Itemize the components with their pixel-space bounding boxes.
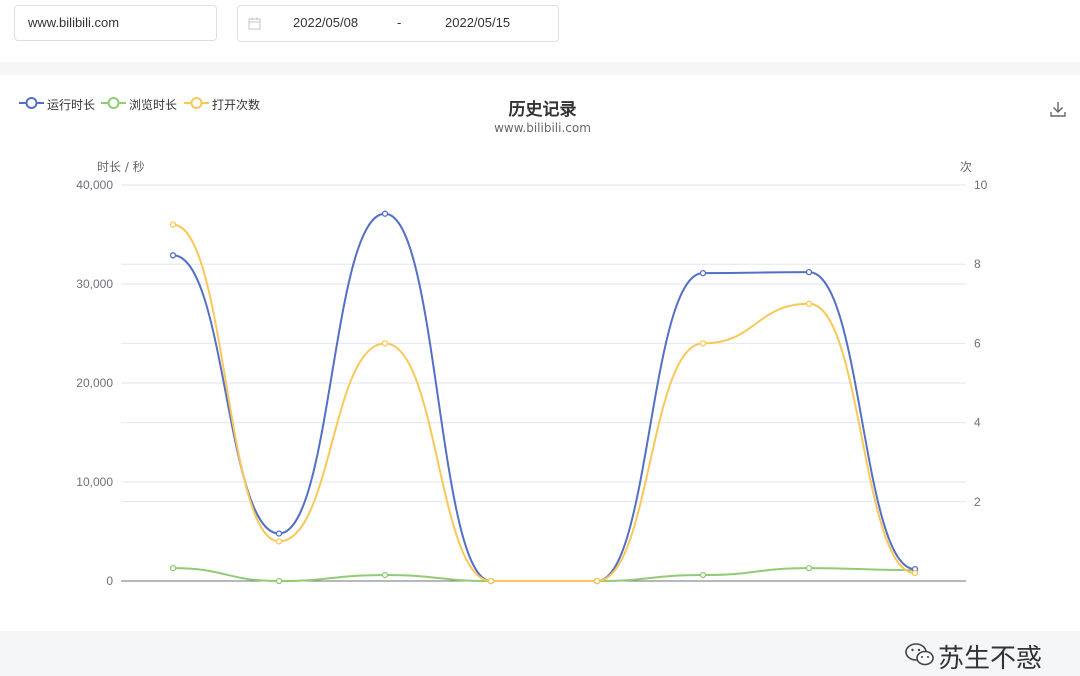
data-point [487,577,495,585]
y-axis-right-title: 次 [960,160,973,174]
chart-title: 历史记录 [508,100,577,120]
data-point [381,571,389,579]
y-left-tick-label: 30,000 [76,277,113,291]
data-point [381,340,389,347]
history-line-chart: 40,000 30,000 20,000 10,000 0 10 8 6 4 2 [76,178,988,588]
data-point [169,221,177,228]
watermark-text: 苏生不惑 [938,644,1043,674]
data-point [169,252,177,259]
data-point [381,210,389,217]
data-point [699,340,707,347]
y-right-tick-label: 2 [974,495,981,509]
y-axis-left-title: 时长 / 秒 [97,160,145,174]
data-point [805,564,813,572]
series-line [172,212,916,582]
y-right-tick-label: 10 [974,178,988,192]
y-right-tick-label: 4 [974,416,981,430]
series-line [172,223,916,582]
data-point [593,577,601,585]
data-point [275,538,283,545]
data-point [275,577,283,585]
wechat-icon [905,643,934,666]
data-point [275,530,283,537]
start-date[interactable]: 2022/05/08 [293,15,358,30]
chart-subtitle: www.bilibili.com [494,121,591,135]
y-left-tick-label: 20,000 [76,376,113,390]
data-point [805,268,813,276]
calendar-icon [248,17,261,30]
date-range-picker[interactable]: 2022/05/08 - 2022/05/15 [237,5,559,42]
y-left-tick-label: 40,000 [76,178,113,192]
y-left-tick-label: 10,000 [76,475,113,489]
end-date[interactable]: 2022/05/15 [445,15,510,30]
y-right-tick-label: 8 [974,257,981,271]
data-point [911,569,919,577]
data-point [699,269,707,277]
site-url-input[interactable]: www.bilibili.com [14,5,217,41]
data-point [699,571,707,579]
download-icon[interactable] [1049,100,1067,118]
series-line [172,567,916,583]
chart-panel: 40,000 30,000 20,000 10,000 0 10 8 6 4 2 运行时长 浏览时… [0,75,1080,674]
data-point [805,300,813,307]
y-left-tick-label: 0 [106,574,113,588]
y-right-tick-label: 6 [974,336,981,350]
data-point [169,564,177,572]
date-separator: - [397,15,402,30]
filter-bar: www.bilibili.com 2022/05/08 - 2022/05/15 [0,0,1080,62]
